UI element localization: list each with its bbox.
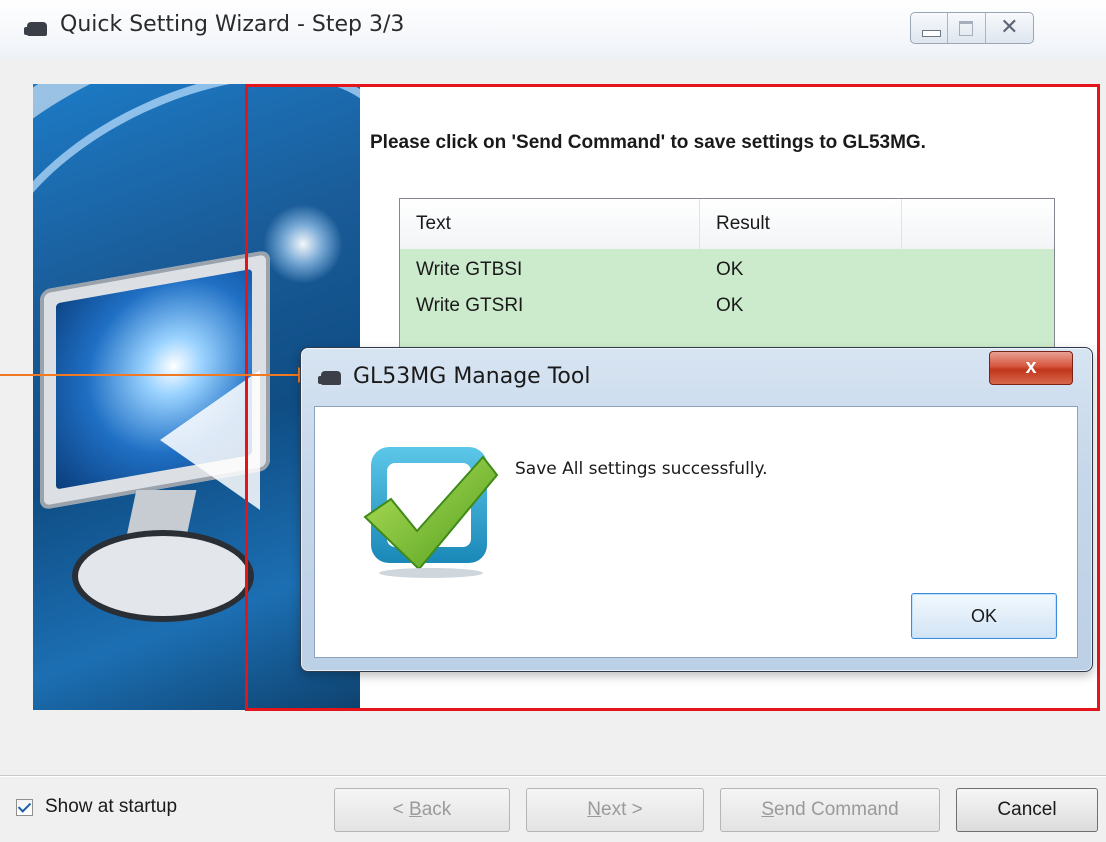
checkmark-icon [363, 447, 499, 578]
column-header-result[interactable]: Result [700, 199, 902, 249]
cell-result: OK [716, 295, 744, 316]
table-row[interactable]: Write GTSRI OK [400, 289, 1054, 323]
dialog-content: Save All settings successfully. OK [314, 406, 1078, 658]
app-icon [318, 371, 341, 385]
cancel-button[interactable]: Cancel [956, 788, 1098, 832]
arrow-illustration [160, 370, 260, 510]
instruction-text: Please click on 'Send Command' to save s… [370, 132, 926, 153]
close-button[interactable]: ✕ [986, 13, 1033, 43]
footer-divider-highlight [0, 776, 1106, 777]
next-button[interactable]: Next > [526, 788, 704, 832]
ok-button[interactable]: OK [911, 593, 1057, 639]
window-titlebar: Quick Setting Wizard - Step 3/3 ✕ [0, 0, 1106, 58]
cell-result: OK [716, 259, 744, 280]
back-button[interactable]: < Back [334, 788, 510, 832]
dialog-message: Save All settings successfully. [515, 459, 768, 479]
cell-text: Write GTSRI [416, 295, 524, 316]
show-at-startup-label[interactable]: Show at startup [45, 796, 177, 818]
app-icon [24, 22, 47, 36]
message-dialog[interactable]: GL53MG Manage Tool x Save All settings s… [300, 347, 1093, 672]
column-header-text[interactable]: Text [400, 199, 700, 249]
window-title: Quick Setting Wizard - Step 3/3 [60, 12, 405, 37]
monitor-stand [72, 530, 254, 622]
minimize-button[interactable] [911, 13, 949, 43]
table-row[interactable]: Write GTBSI OK [400, 253, 1054, 287]
table-header: Text Result [400, 199, 1054, 250]
light-flare [263, 204, 343, 284]
maximize-button[interactable] [948, 13, 986, 43]
send-command-button[interactable]: Send Command [720, 788, 940, 832]
cell-text: Write GTBSI [416, 259, 523, 280]
callout-arrow-line [0, 374, 300, 376]
show-at-startup-checkbox[interactable] [16, 798, 33, 816]
dialog-close-button[interactable]: x [989, 351, 1073, 385]
window-controls: ✕ [910, 12, 1034, 44]
dialog-title: GL53MG Manage Tool [353, 364, 591, 389]
column-header-blank[interactable] [902, 199, 1054, 249]
show-at-startup-option[interactable]: Show at startup [16, 796, 177, 818]
